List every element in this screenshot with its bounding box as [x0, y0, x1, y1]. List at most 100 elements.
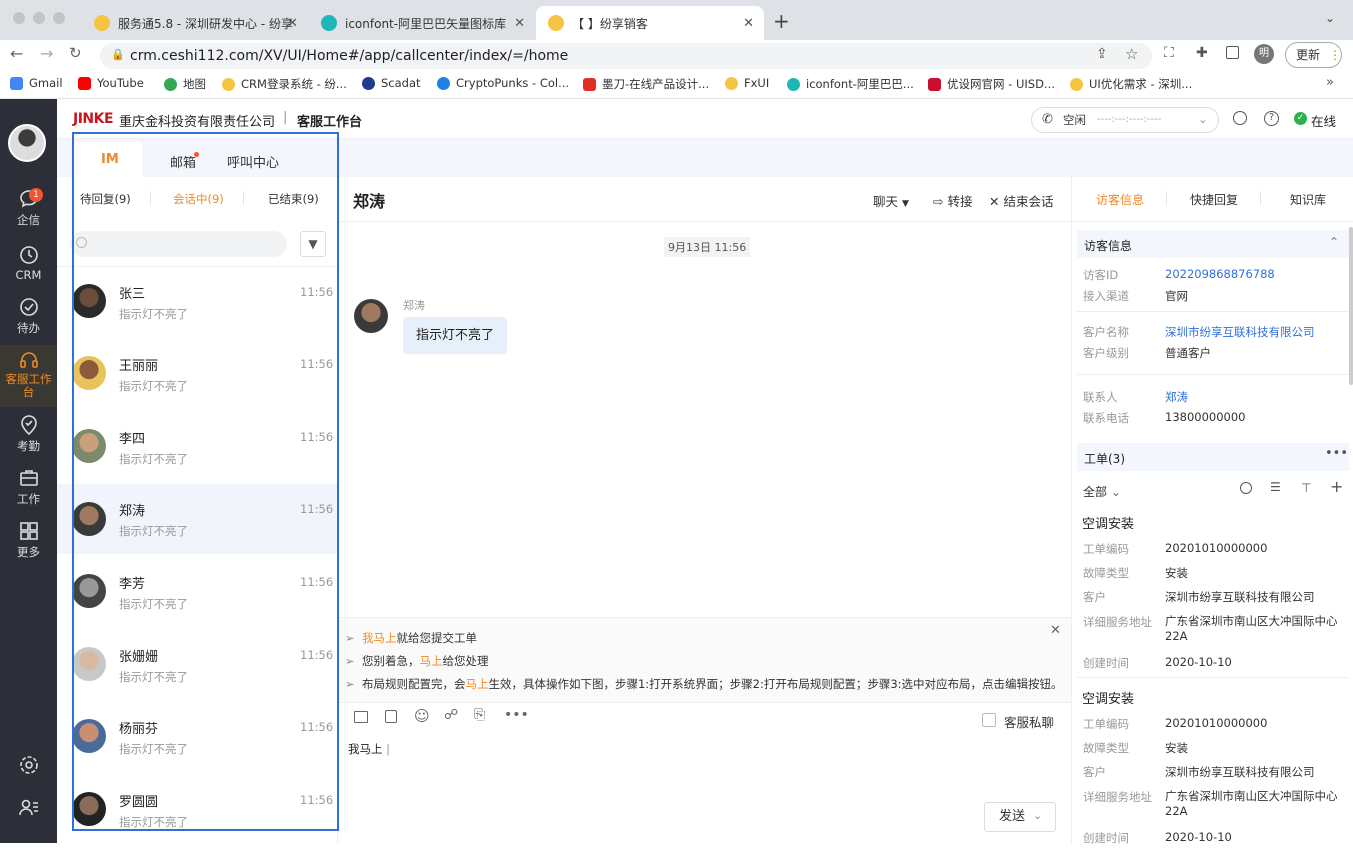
bookmark-gmail[interactable]: Gmail	[10, 76, 63, 90]
suggestion-item[interactable]: ➢ 布局规则配置完，会马上生效，具体操作如下图，步骤1:打开系统界面；步骤2:打…	[345, 676, 1061, 692]
online-status[interactable]: 在线	[1311, 111, 1336, 130]
browser-tab-3[interactable]: 【 】纷享销客 ✕	[536, 6, 764, 40]
image-icon[interactable]	[354, 711, 368, 723]
add-icon[interactable]: +	[1330, 477, 1343, 496]
users-icon[interactable]: ☍	[444, 707, 458, 723]
profile-avatar[interactable]: 明	[1254, 44, 1274, 64]
search-input[interactable]	[70, 231, 287, 257]
close-icon[interactable]: ✕	[514, 16, 525, 31]
bookmark-crm-login[interactable]: CRM登录系统 - 纷...	[222, 76, 347, 92]
forward-icon[interactable]: →	[40, 44, 53, 63]
attachment-icon[interactable]: ⎘	[474, 707, 485, 723]
list-item[interactable]: 张姗姗 指示灯不亮了 11:56	[57, 636, 338, 708]
bookmark-uisdc[interactable]: 优设网官网 - UISD...	[928, 76, 1055, 92]
file-icon[interactable]	[385, 710, 397, 723]
list-item[interactable]: 李芳 指示灯不亮了 11:56	[57, 563, 338, 635]
list-item[interactable]: 杨丽芬 指示灯不亮了 11:56	[57, 708, 338, 780]
suggestion-item[interactable]: ➢ 我马上就给您提交工单	[345, 630, 477, 646]
bookmark-maps[interactable]: 地图	[164, 76, 206, 92]
search-icon[interactable]	[1240, 482, 1252, 494]
search-icon[interactable]	[1233, 111, 1247, 125]
agent-status-select[interactable]: ✆ 空闲 ----:---:----:---- ⌄	[1031, 107, 1219, 133]
order-card[interactable]: 空调安装 工单编码 20201010000000 故障类型 安装 客户 深圳市纷享互联…	[1072, 685, 1353, 845]
emoji-icon[interactable]: ☺	[414, 707, 430, 725]
subtab-ended[interactable]: 已结束(9)	[268, 191, 319, 207]
close-icon[interactable]: ✕	[287, 16, 298, 31]
visitor-id-link[interactable]: 202209868876788	[1165, 267, 1275, 281]
more-bookmarks-icon[interactable]: »	[1326, 75, 1334, 90]
back-icon[interactable]: ←	[10, 44, 23, 63]
send-button[interactable]: 发送 ⌄	[984, 802, 1056, 832]
nav-item-service-desk[interactable]: 客服工作台	[0, 345, 57, 407]
nav-item-todo[interactable]: 待办	[0, 296, 57, 340]
nav-item-work[interactable]: 工作	[0, 467, 57, 511]
url-input[interactable]: 🔒 crm.ceshi112.com/XV/UI/Home#/app/callc…	[100, 43, 1152, 69]
scrollbar[interactable]	[1349, 227, 1353, 385]
user-avatar[interactable]	[8, 124, 46, 162]
browser-tab-2[interactable]: iconfont-阿里巴巴矢量图标库 ✕	[309, 6, 535, 40]
subtab-active[interactable]: 会话中(9)	[173, 191, 224, 207]
filter-icon[interactable]: ⊤	[1301, 481, 1311, 495]
settings-button[interactable]	[0, 754, 57, 778]
end-session-button[interactable]: ✕ 结束会话	[989, 191, 1053, 210]
subtab-pending[interactable]: 待回复(9)	[80, 191, 131, 207]
visitor-section-header[interactable]: 访客信息 ⌃	[1077, 230, 1349, 258]
address-bar-row: ← → ↻ 🔒 crm.ceshi112.com/XV/UI/Home#/app…	[0, 40, 1353, 71]
list-item[interactable]: 罗圆圆 指示灯不亮了 11:56	[57, 781, 338, 853]
bookmark-ui-optimize[interactable]: UI优化需求 - 深圳...	[1070, 76, 1192, 92]
extensions-icon[interactable]: ✚	[1196, 45, 1208, 61]
contact-link[interactable]: 郑涛	[1165, 389, 1188, 405]
user-list-icon	[18, 799, 38, 816]
filter-button[interactable]: ▼	[300, 231, 326, 257]
tab-mail[interactable]: 邮箱	[170, 152, 196, 171]
window-close-dot[interactable]	[13, 12, 25, 24]
sort-icon[interactable]: ☰	[1270, 480, 1281, 494]
nav-item-qixin[interactable]: 企信 1	[0, 188, 57, 234]
window-minimize-dot[interactable]	[33, 12, 45, 24]
message-input[interactable]: 我马上 |	[348, 741, 1048, 761]
page-title: 客服工作台	[297, 115, 363, 130]
close-icon[interactable]: ✕	[1050, 623, 1061, 638]
nav-item-attendance[interactable]: 考勤	[0, 414, 57, 458]
tab-visitor-info[interactable]: 访客信息	[1096, 191, 1144, 208]
tab-quick-reply[interactable]: 快捷回复	[1190, 191, 1238, 208]
chat-mode-dropdown[interactable]: 聊天 ▼	[873, 191, 909, 210]
help-icon[interactable]: ?	[1264, 111, 1279, 126]
sidepanel-icon[interactable]	[1226, 46, 1239, 59]
tab-call-center[interactable]: 呼叫中心	[227, 152, 279, 171]
bookmark-scadat[interactable]: Scadat	[362, 76, 421, 90]
list-item-selected[interactable]: 郑涛 指示灯不亮了 11:56	[57, 484, 338, 554]
order-card[interactable]: 空调安装 工单编码 20201010000000 故障类型 安装 客户 深圳市纷享互联…	[1072, 510, 1353, 680]
private-chat-checkbox[interactable]	[982, 713, 996, 727]
bookmark-cryptopunks[interactable]: CryptoPunks - Col...	[437, 76, 569, 90]
orders-section-header[interactable]: 工单(3) •••	[1077, 443, 1349, 471]
chevron-down-icon[interactable]: ⌄	[1325, 11, 1335, 25]
order-filter-dropdown[interactable]: 全部 ⌄	[1083, 483, 1121, 500]
share-icon[interactable]: ⇪	[1096, 46, 1108, 62]
browser-tab-1[interactable]: 服务通5.8 - 深圳研发中心 - 纷享 ✕	[82, 6, 308, 40]
bookmark-modao[interactable]: 墨刀-在线产品设计...	[583, 76, 709, 92]
suggestion-item[interactable]: ➢ 您别着急，马上给您处理	[345, 653, 488, 669]
bookmark-youtube[interactable]: YouTube	[78, 76, 144, 90]
reload-icon[interactable]: ↻	[69, 44, 82, 62]
update-button[interactable]: 更新 ⋮	[1285, 42, 1342, 68]
nav-item-crm[interactable]: CRM	[0, 244, 57, 288]
more-horizontal-icon[interactable]: •••	[1325, 446, 1348, 461]
nav-item-more[interactable]: 更多	[0, 520, 57, 564]
close-icon[interactable]: ✕	[743, 16, 754, 31]
tab-knowledge-base[interactable]: 知识库	[1290, 191, 1326, 208]
contacts-button[interactable]	[0, 796, 57, 820]
list-item[interactable]: 李四 指示灯不亮了 11:56	[57, 418, 338, 490]
window-zoom-dot[interactable]	[53, 12, 65, 24]
star-icon[interactable]: ☆	[1125, 45, 1138, 63]
screenshot-icon[interactable]: ⛶	[1164, 45, 1174, 61]
list-item[interactable]: 张三 指示灯不亮了 11:56	[57, 273, 338, 345]
new-tab-icon[interactable]: +	[773, 9, 790, 33]
transfer-button[interactable]: ⇨ 转接	[933, 191, 972, 210]
more-horizontal-icon[interactable]: •••	[504, 707, 529, 723]
customer-name-link[interactable]: 深圳市纷享互联科技有限公司	[1165, 324, 1315, 340]
tab-im[interactable]: IM	[101, 152, 119, 167]
bookmark-fxui[interactable]: FxUI	[725, 76, 769, 90]
bookmark-iconfont[interactable]: iconfont-阿里巴巴...	[787, 76, 914, 92]
list-item[interactable]: 王丽丽 指示灯不亮了 11:56	[57, 345, 338, 417]
